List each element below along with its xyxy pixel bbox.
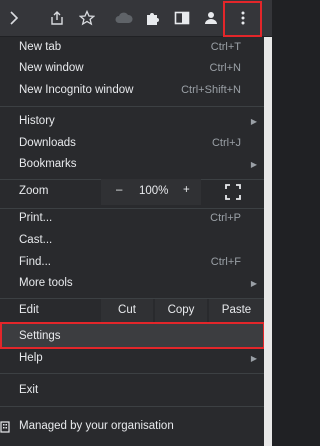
profile-icon[interactable] [200, 7, 222, 29]
copy-button[interactable]: Copy [155, 299, 207, 323]
more-tools-label: More tools [19, 277, 73, 289]
history-label: History [19, 115, 55, 127]
menu-item-exit[interactable]: Exit [0, 380, 264, 401]
submenu-arrow-icon: ▶ [250, 279, 257, 288]
zoom-label: Zoom [19, 185, 49, 197]
menu-item-edit: Edit Cut Copy Paste [0, 299, 264, 323]
menu-divider [0, 106, 264, 107]
zoom-out-button[interactable]: – [116, 184, 122, 196]
cut-button[interactable]: Cut [101, 299, 153, 323]
menu-item-find[interactable]: Find... Ctrl+F [0, 252, 264, 273]
menu-button-highlight [223, 1, 262, 37]
submenu-arrow-icon: ▶ [250, 160, 257, 169]
managed-label: Managed by your organisation [19, 420, 174, 432]
extensions-icon[interactable] [142, 7, 164, 29]
new-tab-label: New tab [19, 41, 62, 53]
menu-item-print[interactable]: Print... Ctrl+P [0, 208, 264, 229]
building-icon [0, 420, 12, 433]
new-window-shortcut: Ctrl+N [209, 62, 241, 74]
cast-label: Cast... [19, 234, 53, 246]
help-label: Help [19, 352, 43, 364]
menu-item-more-tools[interactable]: More tools ▶ [0, 273, 264, 294]
paste-button[interactable]: Paste [209, 299, 264, 323]
new-tab-shortcut: Ctrl+T [210, 41, 241, 53]
find-label: Find... [19, 256, 51, 268]
chrome-main-menu: New tab Ctrl+T New window Ctrl+N New Inc… [0, 37, 265, 446]
cloud-icon[interactable] [113, 7, 135, 29]
bookmarks-label: Bookmarks [19, 158, 77, 170]
window-edge [264, 37, 272, 446]
star-icon[interactable] [76, 7, 98, 29]
submenu-arrow-icon: ▶ [250, 117, 257, 126]
chrome-window: New tab Ctrl+T New window Ctrl+N New Inc… [0, 0, 272, 446]
zoom-in-button[interactable]: + [183, 184, 190, 196]
exit-label: Exit [19, 384, 39, 396]
menu-divider [0, 373, 264, 374]
menu-item-managed[interactable]: Managed by your organisation [0, 416, 264, 437]
downloads-label: Downloads [19, 137, 76, 149]
print-shortcut: Ctrl+P [210, 212, 241, 224]
menu-item-downloads[interactable]: Downloads Ctrl+J [0, 133, 264, 154]
menu-item-cast[interactable]: Cast... [0, 230, 264, 251]
find-shortcut: Ctrl+F [210, 256, 241, 268]
settings-label: Settings [19, 330, 61, 342]
fullscreen-icon[interactable] [225, 184, 241, 200]
new-incognito-shortcut: Ctrl+Shift+N [181, 84, 241, 96]
edit-label: Edit [19, 304, 39, 316]
share-icon[interactable] [46, 7, 68, 29]
menu-item-new-tab[interactable]: New tab Ctrl+T [0, 37, 264, 58]
new-window-label: New window [19, 62, 84, 74]
print-label: Print... [19, 212, 53, 224]
side-panel-icon[interactable] [171, 7, 193, 29]
address-bar-edge[interactable] [4, 7, 26, 29]
browser-toolbar [0, 0, 272, 37]
zoom-level: 100% [139, 185, 169, 197]
menu-item-new-incognito[interactable]: New Incognito window Ctrl+Shift+N [0, 80, 264, 101]
menu-divider [0, 406, 264, 407]
menu-item-new-window[interactable]: New window Ctrl+N [0, 58, 264, 79]
menu-item-bookmarks[interactable]: Bookmarks ▶ [0, 154, 264, 175]
new-incognito-label: New Incognito window [19, 84, 134, 96]
menu-item-history[interactable]: History ▶ [0, 111, 264, 132]
downloads-shortcut: Ctrl+J [211, 137, 241, 149]
menu-item-settings[interactable]: Settings [0, 326, 264, 347]
menu-item-zoom: Zoom – 100% + [0, 179, 264, 205]
submenu-arrow-icon: ▶ [250, 354, 257, 363]
menu-item-help[interactable]: Help ▶ [0, 348, 264, 369]
